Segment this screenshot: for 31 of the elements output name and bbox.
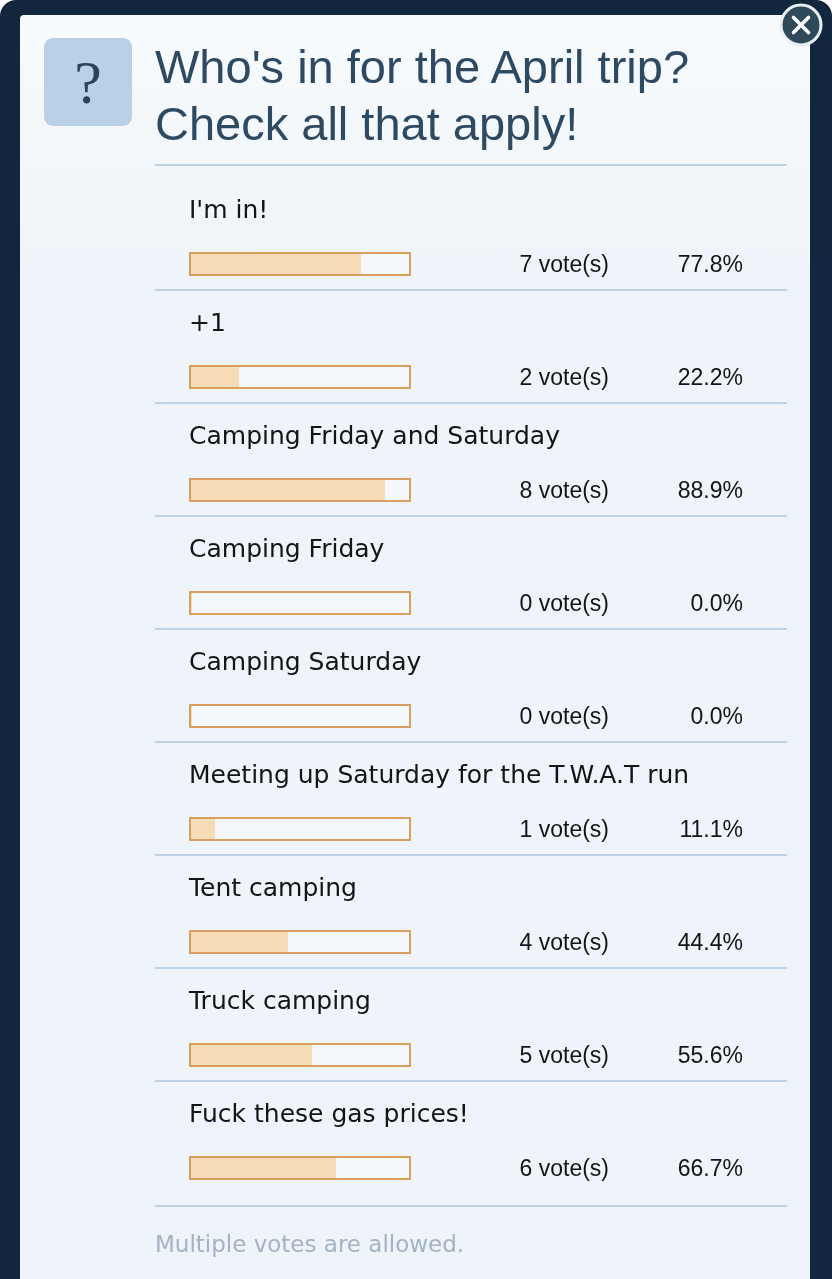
vote-percent: 66.7% bbox=[676, 1154, 743, 1183]
question-icon: ? bbox=[44, 38, 132, 126]
vote-percent: 11.1% bbox=[678, 815, 743, 844]
option-label: I'm in! bbox=[189, 195, 270, 225]
vote-percent: 0.0% bbox=[689, 702, 743, 731]
option-label: +1 bbox=[189, 308, 227, 338]
close-icon[interactable] bbox=[779, 3, 823, 47]
vote-count: 0 vote(s) bbox=[518, 589, 609, 618]
vote-percent: 22.2% bbox=[676, 363, 743, 392]
option-label: Meeting up Saturday for the T.W.A.T run bbox=[189, 760, 691, 790]
vote-percent: 88.9% bbox=[676, 476, 743, 505]
vote-percent: 44.4% bbox=[676, 928, 743, 957]
option-label: Camping Saturday bbox=[189, 647, 423, 677]
vote-count: 6 vote(s) bbox=[518, 1154, 609, 1183]
option-label: Truck camping bbox=[189, 986, 372, 1016]
vote-percent: 55.6% bbox=[676, 1041, 743, 1070]
option-label: Camping Friday bbox=[189, 534, 386, 564]
option-label: Fuck these gas prices! bbox=[189, 1099, 470, 1129]
poll-title: Who's in for the April trip? Check all that apply! bbox=[155, 38, 787, 166]
vote-count: 5 vote(s) bbox=[518, 1041, 609, 1070]
vote-percent: 0.0% bbox=[689, 589, 743, 618]
option-label: Tent camping bbox=[189, 873, 358, 903]
vote-count: 8 vote(s) bbox=[518, 476, 609, 505]
vote-count: 4 vote(s) bbox=[518, 928, 609, 957]
footer-note: Multiple votes are allowed. bbox=[155, 1230, 466, 1259]
vote-count: 7 vote(s) bbox=[518, 250, 609, 279]
vote-count: 2 vote(s) bbox=[518, 363, 609, 392]
vote-count: 0 vote(s) bbox=[518, 702, 609, 731]
option-label: Camping Friday and Saturday bbox=[189, 421, 561, 451]
vote-percent: 77.8% bbox=[676, 250, 743, 279]
vote-count: 1 vote(s) bbox=[518, 815, 609, 844]
